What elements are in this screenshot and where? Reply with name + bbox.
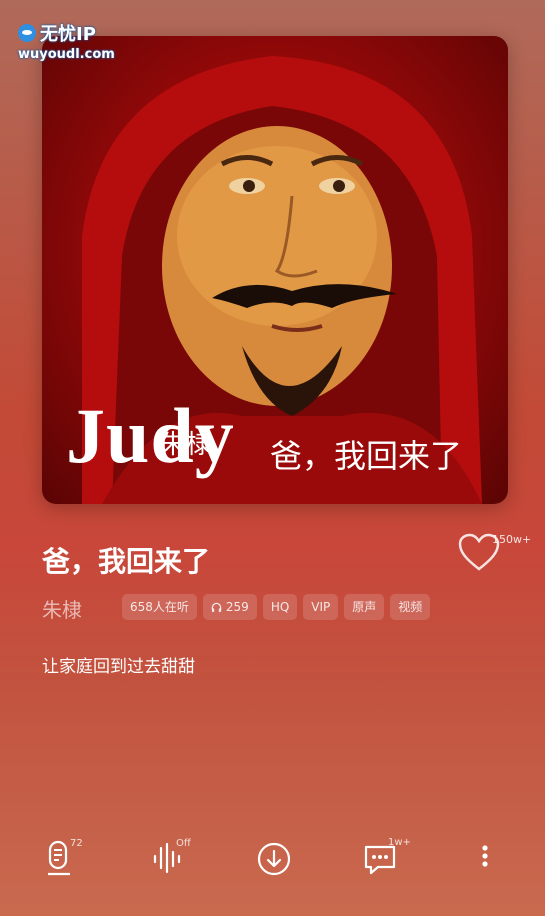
song-tags: 658人在听 259 HQ VIP 原声 视频	[122, 594, 431, 620]
original-label: 原声	[352, 600, 377, 614]
lyrics-badge: 72	[70, 838, 83, 849]
download-button[interactable]	[256, 838, 300, 882]
artist-name[interactable]: 朱棣	[42, 594, 82, 623]
watermark-url: wuyoudl.com	[18, 47, 115, 62]
lyrics-button[interactable]: 72	[42, 838, 86, 882]
vip-label: VIP	[311, 600, 331, 614]
listen-count-label: 259	[225, 600, 249, 614]
more-vertical-icon	[482, 845, 488, 867]
vip-tag[interactable]: VIP	[303, 594, 339, 620]
hq-label: HQ	[270, 600, 290, 614]
original-tag[interactable]: 原声	[344, 594, 385, 620]
watermark: 无忧IP wuyoudl.com	[18, 20, 115, 62]
bottom-toolbar: 72 Off 1w+	[0, 830, 545, 886]
sound-effect-button[interactable]: Off	[152, 838, 196, 882]
album-cover[interactable]: Judy 朱棣 爸，我回来了	[42, 36, 508, 504]
listeners-tag[interactable]: 658人在听	[122, 594, 197, 620]
download-icon	[257, 842, 291, 876]
listeners-label: 658人在听	[130, 600, 189, 614]
watermark-title: 无忧IP	[40, 24, 96, 45]
video-label: 视频	[398, 600, 423, 614]
comments-badge: 1w+	[388, 837, 411, 848]
like-count: 150w+	[492, 533, 532, 546]
watermark-logo-icon	[18, 24, 36, 42]
cover-title-text: 爸，我回来了	[270, 437, 463, 475]
current-lyric[interactable]: 让家庭回到过去甜甜	[42, 652, 195, 677]
more-button[interactable]	[470, 838, 514, 882]
headphones-icon	[211, 602, 222, 612]
listen-count-tag[interactable]: 259	[202, 594, 257, 620]
video-tag[interactable]: 视频	[390, 594, 431, 620]
hq-tag[interactable]: HQ	[262, 594, 298, 620]
comments-button[interactable]: 1w+	[362, 837, 411, 882]
cover-artist-text: 朱棣	[160, 430, 213, 460]
song-title: 爸，我回来了	[42, 545, 211, 578]
effect-badge: Off	[176, 838, 191, 849]
